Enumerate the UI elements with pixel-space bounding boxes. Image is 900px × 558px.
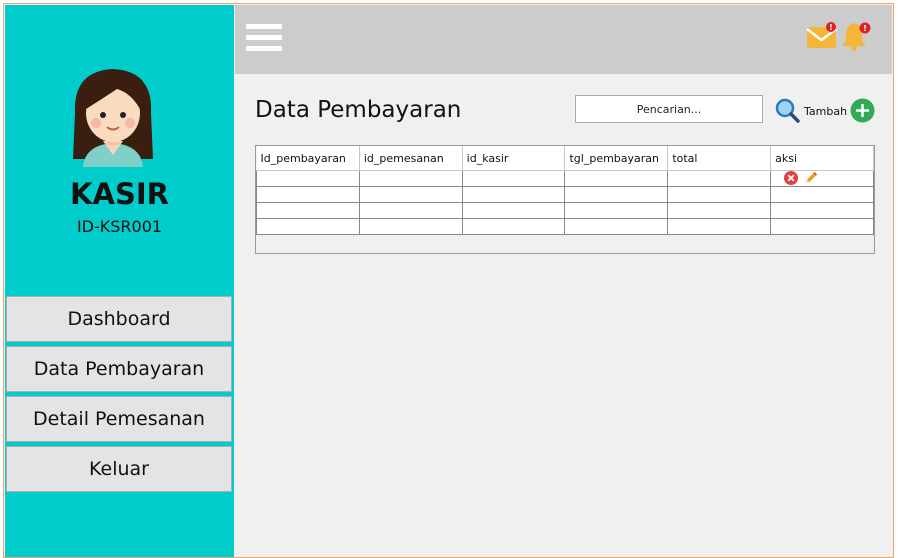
bell-badge: !: [863, 24, 867, 33]
page-title: Data Pembayaran: [255, 97, 462, 123]
table-cell[interactable]: [667, 218, 772, 235]
table-cell[interactable]: [667, 170, 772, 187]
avatar: [73, 69, 153, 167]
table-cell[interactable]: [358, 170, 463, 187]
delete-icon[interactable]: [784, 171, 798, 185]
search-input[interactable]: [575, 95, 763, 123]
table-cell[interactable]: [564, 170, 669, 187]
table-cell[interactable]: [358, 202, 463, 219]
table-cell[interactable]: [256, 186, 360, 203]
table-row[interactable]: [256, 202, 874, 219]
sidebar: KASIR ID-KSR001 Dashboard Data Pembayara…: [5, 5, 234, 557]
table-cell[interactable]: [256, 202, 360, 219]
column-header[interactable]: id_pemesanan: [359, 146, 463, 171]
table-cell[interactable]: [461, 218, 566, 235]
column-header[interactable]: aksi: [770, 146, 874, 171]
add-button-label[interactable]: Tambah: [804, 105, 847, 118]
column-header[interactable]: total: [667, 146, 772, 171]
table-cell[interactable]: [564, 218, 669, 235]
hamburger-menu-icon[interactable]: [246, 24, 282, 54]
table-row[interactable]: [256, 218, 874, 235]
table-cell[interactable]: [770, 186, 874, 203]
table-cell[interactable]: [770, 202, 874, 219]
user-role: KASIR: [70, 177, 169, 211]
app-window: KASIR ID-KSR001 Dashboard Data Pembayara…: [3, 3, 894, 558]
table-cell[interactable]: [667, 186, 772, 203]
table-header-row: Id_pembayaran id_pemesanan id_kasir tgl_…: [256, 146, 874, 171]
user-id: ID-KSR001: [76, 217, 163, 236]
column-header[interactable]: Id_pembayaran: [256, 146, 360, 171]
table-row[interactable]: [256, 170, 874, 187]
table-cell[interactable]: [256, 218, 360, 235]
table-cell[interactable]: [564, 202, 669, 219]
table-row[interactable]: [256, 186, 874, 203]
top-bar: ! !: [235, 5, 892, 74]
edit-pencil-icon[interactable]: [804, 170, 819, 185]
table-cell[interactable]: [256, 170, 360, 187]
table-cell[interactable]: [461, 186, 566, 203]
table-cell[interactable]: [461, 202, 566, 219]
plus-circle-icon[interactable]: [850, 98, 875, 123]
mail-icon[interactable]: !: [806, 21, 838, 51]
table-cell[interactable]: [358, 218, 463, 235]
profile-panel: KASIR ID-KSR001: [5, 5, 234, 295]
menu-data-pembayaran-button[interactable]: Data Pembayaran: [6, 346, 232, 392]
mail-badge: !: [829, 23, 833, 32]
menu-keluar-button[interactable]: Keluar: [6, 446, 232, 492]
table-cell[interactable]: [667, 202, 772, 219]
table-cell[interactable]: [564, 186, 669, 203]
menu-detail-pemesanan-button[interactable]: Detail Pemesanan: [6, 396, 232, 442]
table-cell[interactable]: [358, 186, 463, 203]
magnifier-icon[interactable]: [774, 97, 800, 123]
table-cell[interactable]: [461, 170, 566, 187]
column-header[interactable]: tgl_pembayaran: [564, 146, 669, 171]
menu-dashboard-button[interactable]: Dashboard: [6, 296, 232, 342]
bell-icon[interactable]: !: [840, 19, 872, 51]
column-header[interactable]: id_kasir: [462, 146, 566, 171]
payment-table: Id_pembayaran id_pemesanan id_kasir tgl_…: [255, 145, 875, 254]
table-cell[interactable]: [770, 218, 874, 235]
